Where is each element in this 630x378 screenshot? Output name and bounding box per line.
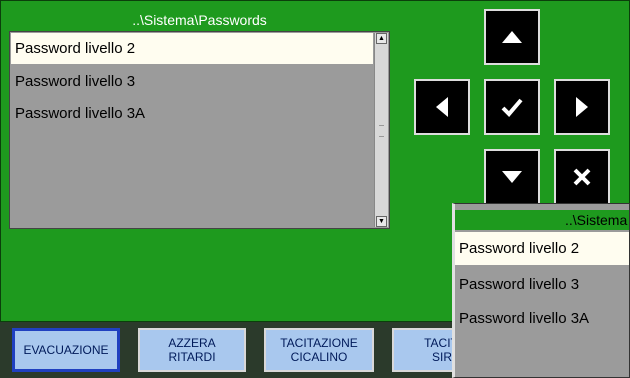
arrow-right-icon	[576, 97, 588, 117]
nav-ok-button[interactable]	[484, 79, 540, 135]
close-icon	[573, 168, 591, 186]
popup-title: ..\Sistema	[455, 210, 629, 230]
password-list[interactable]: Password livello 2 Password livello 3 Pa…	[9, 31, 390, 229]
checkmark-icon	[501, 98, 523, 117]
popup-item-password-livello-3[interactable]: Password livello 3	[455, 268, 629, 301]
scroll-down-button[interactable]: ▼	[376, 216, 387, 227]
list-item-password-livello-3[interactable]: Password livello 3	[11, 66, 373, 97]
nav-cancel-button[interactable]	[554, 149, 610, 205]
nav-left-button[interactable]	[414, 79, 470, 135]
popup-item-password-livello-3a[interactable]: Password livello 3A	[455, 302, 629, 335]
tacitazione-cicalino-button[interactable]: TACITAZIONE CICALINO	[264, 328, 374, 372]
azzera-ritardi-button[interactable]: AZZERA RITARDI	[138, 328, 246, 372]
evacuazione-button[interactable]: EVACUAZIONE	[12, 328, 120, 372]
scroll-up-button[interactable]: ▲	[376, 33, 387, 44]
list-item-password-livello-3a[interactable]: Password livello 3A	[11, 98, 373, 129]
list-scrollbar[interactable]: ▲ ▼	[374, 33, 388, 227]
nav-down-button[interactable]	[484, 149, 540, 205]
panel-title: ..\Sistema\Passwords	[132, 12, 267, 28]
scroll-grip[interactable]	[379, 125, 384, 137]
list-item-password-livello-2[interactable]: Password livello 2	[11, 33, 373, 64]
popup-window: ..\Sistema Password livello 2 Password l…	[452, 203, 630, 378]
nav-right-button[interactable]	[554, 79, 610, 135]
arrow-left-icon	[436, 97, 448, 117]
nav-up-button[interactable]	[484, 9, 540, 65]
popup-item-password-livello-2[interactable]: Password livello 2	[455, 232, 629, 265]
arrow-up-icon	[502, 31, 522, 43]
arrow-down-icon	[502, 171, 522, 183]
